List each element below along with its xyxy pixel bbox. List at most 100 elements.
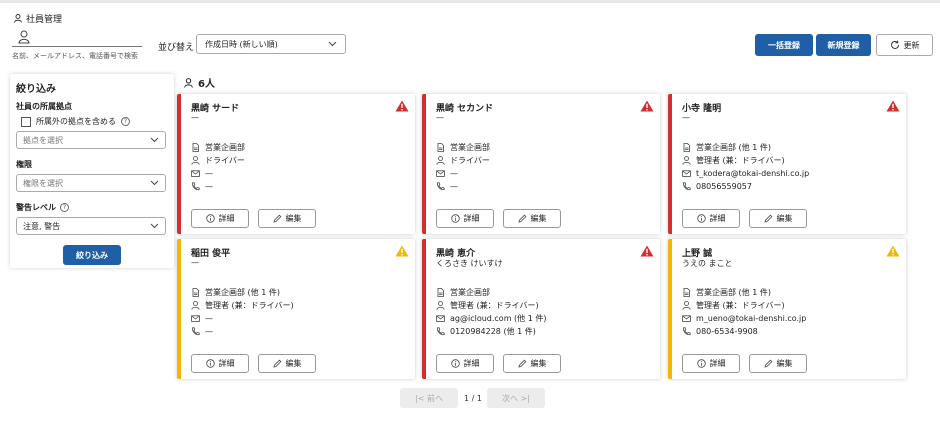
alert-level-value: 注意, 警告 xyxy=(23,221,61,231)
help-icon[interactable]: ? xyxy=(121,117,130,126)
card-actions: 詳細 編集 xyxy=(436,354,561,373)
person-icon xyxy=(18,30,30,44)
edit-button[interactable]: 編集 xyxy=(749,354,807,373)
alert-level-select[interactable]: 注意, 警告 xyxy=(16,217,166,235)
employee-card: 黒崎 サード — 営業企画部 ドライバー — — 詳細 編集 xyxy=(177,94,415,234)
mail-icon xyxy=(191,170,200,177)
detail-button[interactable]: 詳細 xyxy=(191,209,249,228)
detail-button[interactable]: 詳細 xyxy=(682,354,740,373)
detail-button[interactable]: 詳細 xyxy=(682,209,740,228)
department-text: 営業企画部 (他 1 件) xyxy=(696,143,771,152)
refresh-button[interactable]: 更新 xyxy=(876,34,933,56)
phone-icon xyxy=(437,327,445,336)
email-row: — xyxy=(191,312,294,325)
info-icon xyxy=(205,359,215,368)
department-row: 営業企画部 (他 1 件) xyxy=(682,286,806,299)
edit-button[interactable]: 編集 xyxy=(258,354,316,373)
search-input[interactable]: 名前、メールアドレス、電話番号で検索 xyxy=(12,30,144,61)
filter-panel: 絞り込み 社員の所属拠点 所属外の拠点を含める ? 拠点を選択 権限 権限を選択… xyxy=(10,74,174,268)
page-info: 1 / 1 xyxy=(464,393,482,403)
first-page-icon: |< xyxy=(415,393,427,403)
alert-icon xyxy=(395,245,409,257)
person-icon xyxy=(184,77,193,88)
card-actions: 詳細 編集 xyxy=(436,209,561,228)
role-placeholder: 権限を選択 xyxy=(23,178,63,188)
bulk-register-button[interactable]: 一括登録 xyxy=(755,34,813,56)
phone-row: — xyxy=(436,180,490,193)
person-icon xyxy=(436,156,445,165)
email-row: t_kodera@tokai-denshi.co.jp xyxy=(682,167,809,180)
mail-icon xyxy=(191,315,200,322)
detail-label: 詳細 xyxy=(218,214,235,223)
employee-details: 営業企画部ドライバー — — xyxy=(191,141,245,193)
email-text: — xyxy=(205,169,213,178)
edit-button[interactable]: 編集 xyxy=(749,209,807,228)
phone-text: — xyxy=(450,182,458,191)
role-label-text: 権限 xyxy=(16,160,32,169)
employee-card: 上野 誠うえの まこと 営業企画部 (他 1 件) 管理者 (兼：ドライバー) m_u… xyxy=(668,239,906,379)
prev-page-button[interactable]: |< 前へ xyxy=(400,388,458,408)
phone-text: — xyxy=(205,182,213,191)
info-icon xyxy=(205,214,215,223)
include-other-label: 所属外の拠点を含める xyxy=(36,117,116,126)
edit-button[interactable]: 編集 xyxy=(503,209,561,228)
alert-icon xyxy=(640,100,654,112)
department-text: 営業企画部 (他 1 件) xyxy=(205,288,280,297)
card-actions: 詳細 編集 xyxy=(191,209,316,228)
mail-icon xyxy=(436,315,445,322)
employee-kana: — xyxy=(682,113,690,122)
phone-row: 080-6534-9908 xyxy=(682,325,806,338)
document-icon xyxy=(192,288,199,297)
department-text: 営業企画部 xyxy=(450,288,490,297)
sort-select[interactable]: 作成日時 (新しい順) xyxy=(196,34,346,54)
detail-label: 詳細 xyxy=(709,214,726,223)
alert-icon xyxy=(395,100,409,112)
department-row: 営業企画部 xyxy=(191,141,245,154)
email-text: ag@icloud.com (他 1 件) xyxy=(450,314,547,323)
detail-button[interactable]: 詳細 xyxy=(191,354,249,373)
employee-name: 黒崎 セカンド xyxy=(436,104,494,114)
person-icon xyxy=(14,14,22,23)
edit-label: 編集 xyxy=(776,214,793,223)
edit-label: 編集 xyxy=(530,359,547,368)
include-other-checkbox[interactable]: 所属外の拠点を含める ? xyxy=(21,116,168,127)
role-select[interactable]: 権限を選択 xyxy=(16,174,166,192)
new-register-button[interactable]: 新規登録 xyxy=(816,34,871,56)
sort-label: 並び替え xyxy=(158,43,195,53)
email-row: — xyxy=(436,167,490,180)
detail-button[interactable]: 詳細 xyxy=(436,354,494,373)
alert-icon xyxy=(640,245,654,257)
employee-details: 営業企画部 (他 1 件) 管理者 (兼：ドライバー) t_kodera@tokai… xyxy=(682,141,809,193)
pencil-icon xyxy=(517,359,526,368)
role-text: 管理者 (兼：ドライバー) xyxy=(696,301,785,310)
email-row: ag@icloud.com (他 1 件) xyxy=(436,312,546,325)
edit-button[interactable]: 編集 xyxy=(503,354,561,373)
role-text: ドライバー xyxy=(205,156,245,165)
alert-icon xyxy=(886,100,900,112)
role-row: ドライバー xyxy=(436,154,490,167)
apply-filter-button[interactable]: 絞り込み xyxy=(63,245,121,265)
email-text: m_ueno@tokai-denshi.co.jp xyxy=(696,314,807,323)
email-text: — xyxy=(450,169,458,178)
detail-button[interactable]: 詳細 xyxy=(436,209,494,228)
next-page-button[interactable]: 次へ >| xyxy=(487,388,545,408)
department-text: 営業企画部 xyxy=(450,143,490,152)
chevron-down-icon xyxy=(150,137,159,143)
edit-button[interactable]: 編集 xyxy=(258,209,316,228)
help-icon[interactable]: ? xyxy=(60,203,69,212)
chevron-down-icon xyxy=(328,41,337,47)
filter-title: 絞り込み xyxy=(16,84,56,95)
email-text: t_kodera@tokai-denshi.co.jp xyxy=(696,169,810,178)
chevron-down-icon xyxy=(150,180,159,186)
department-row: 営業企画部 (他 1 件) xyxy=(682,141,809,154)
employee-kana: — xyxy=(191,113,199,122)
role-text: ドライバー xyxy=(450,156,490,165)
employee-kana: — xyxy=(436,113,444,122)
location-select[interactable]: 拠点を選択 xyxy=(16,131,166,149)
detail-label: 詳細 xyxy=(218,359,235,368)
email-text: — xyxy=(205,314,213,323)
info-icon xyxy=(450,359,460,368)
person-icon xyxy=(191,301,200,310)
email-row: m_ueno@tokai-denshi.co.jp xyxy=(682,312,806,325)
role-text: 管理者 (兼：ドライバー) xyxy=(696,156,785,165)
